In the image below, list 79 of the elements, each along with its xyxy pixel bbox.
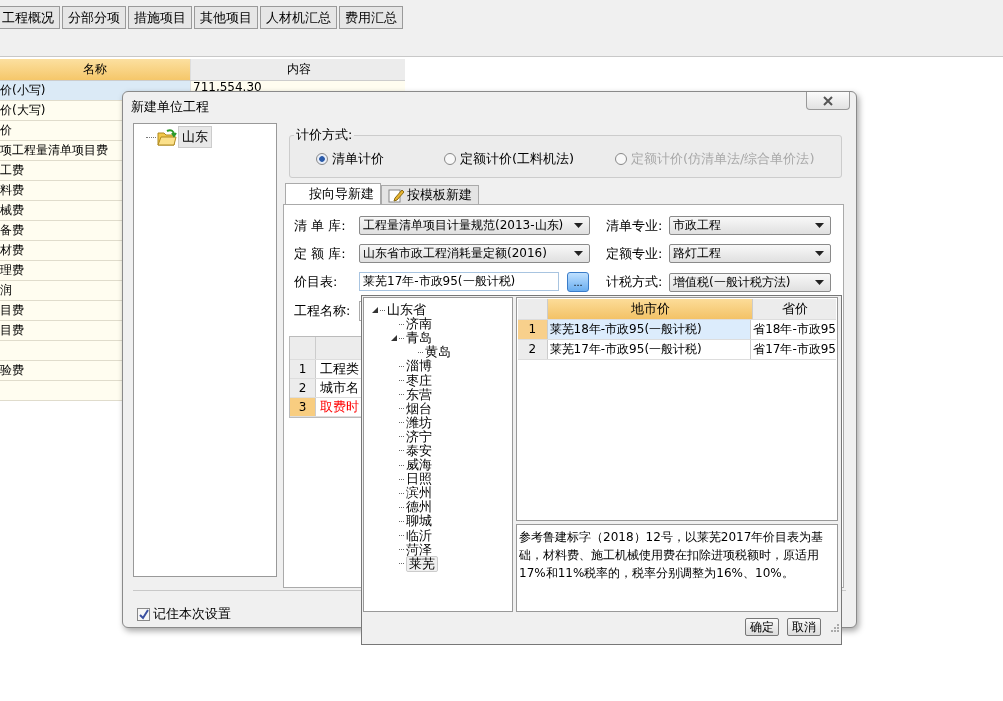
field-label: 计税方式: <box>606 273 664 291</box>
column-header[interactable]: 名称 <box>0 59 191 80</box>
tree-item[interactable]: 菏泽 <box>406 542 432 557</box>
tab[interactable]: 工程概况 <box>0 6 60 29</box>
field-label: 定 额 库: <box>294 244 347 263</box>
tree-item[interactable]: 山东 <box>178 126 212 148</box>
radio-label[interactable]: 清单计价 <box>332 150 384 168</box>
field-label: 工程名称: <box>294 302 352 320</box>
folder-icon <box>157 128 177 146</box>
tree-item[interactable]: 山东省 <box>387 303 426 318</box>
dropdown[interactable]: 增值税(一般计税方法) <box>669 272 831 292</box>
dialog-button[interactable]: 确定 <box>745 618 779 636</box>
row-number: 1 <box>290 360 316 378</box>
tree-item[interactable]: 潍坊 <box>406 415 432 430</box>
caret-icon <box>815 251 824 256</box>
resize-grip-icon[interactable] <box>829 622 839 632</box>
table-cell[interactable]: 省17年-市政95 <box>751 340 836 359</box>
table-cell-text: 工程类 <box>319 360 358 378</box>
tab[interactable]: 按向导新建 <box>285 183 381 204</box>
table-cell[interactable]: 莱芜17年-市政95(一般计税) <box>547 340 752 359</box>
row-number: 1 <box>518 320 548 339</box>
tree-item[interactable]: 威海 <box>406 458 432 473</box>
tree-item[interactable]: 济南 <box>406 317 432 332</box>
expand-icon[interactable] <box>372 307 378 314</box>
row-number: 3 <box>290 398 316 416</box>
radio-button[interactable] <box>316 153 328 165</box>
dropdown[interactable]: 市政工程 <box>669 216 831 235</box>
column-header[interactable]: 地市价 <box>548 299 753 319</box>
tree-item[interactable]: 淄博 <box>406 359 432 374</box>
tree-item[interactable]: 滨州 <box>406 486 432 501</box>
table-cell-text: 取费时 <box>319 398 358 416</box>
field-label: 定额专业: <box>606 244 664 263</box>
radio-label[interactable]: 定额计价(工料机法) <box>460 150 575 168</box>
tree-item[interactable]: 德州 <box>406 500 432 515</box>
dropdown[interactable]: 山东省市政工程消耗量定额(2016) <box>359 244 590 263</box>
caret-icon <box>574 223 583 228</box>
dropdown[interactable]: 工程量清单项目计量规范(2013-山东) <box>359 216 590 235</box>
caret-icon <box>574 251 583 256</box>
group-label: 计价方式: <box>295 126 354 144</box>
dropdown[interactable]: 路灯工程 <box>669 244 831 263</box>
column-header[interactable]: 内容 <box>191 59 405 80</box>
caret-icon <box>815 223 824 228</box>
tree-item[interactable]: 烟台 <box>406 401 432 416</box>
field-label: 价目表: <box>294 273 339 291</box>
tree-item[interactable]: 泰安 <box>406 444 432 458</box>
tree-item[interactable]: 青岛 <box>406 331 432 346</box>
note-text: 参考鲁建标字（2018）12号，以莱芜2017年价目表为基础，材料费、施工机械使用费在扣除进项税额时，原适用17%和11%税率的，税率分别调整为16%、10%。 <box>516 524 838 612</box>
tree-item[interactable]: 聊城 <box>406 514 432 529</box>
header-corner <box>518 299 548 319</box>
checkmark-icon <box>138 608 149 620</box>
dialog-button[interactable]: 取消 <box>787 618 821 636</box>
radio-button[interactable] <box>444 153 456 165</box>
close-icon <box>822 95 834 106</box>
tree-item[interactable]: 莱芜 <box>406 555 438 572</box>
tree-item[interactable]: 黄岛 <box>425 345 451 360</box>
input-field[interactable]: 莱芜17年-市政95(一般计税) <box>359 272 559 291</box>
tab[interactable]: 按模板新建 <box>381 185 479 204</box>
tree-item[interactable]: 济宁 <box>406 429 432 444</box>
expand-icon[interactable] <box>391 335 397 342</box>
field-label: 清单专业: <box>606 216 664 235</box>
tree-item[interactable]: 临沂 <box>406 528 432 543</box>
browse-button[interactable]: ... <box>567 272 589 292</box>
table-cell[interactable]: 省18年-市政95 <box>751 320 836 339</box>
row-number: 2 <box>518 340 548 359</box>
field-label: 清 单 库: <box>294 216 347 235</box>
close-button[interactable] <box>806 92 850 110</box>
table-cell-text: 城市名 <box>319 379 358 397</box>
tab[interactable]: 措施项目 <box>128 6 192 29</box>
column-header[interactable]: 省价 <box>753 299 836 319</box>
tab[interactable]: 分部分项 <box>62 6 126 29</box>
caret-icon <box>815 279 824 285</box>
tree-item[interactable]: 东营 <box>406 387 432 402</box>
table-cell[interactable]: 莱芜18年-市政95(一般计税) <box>547 320 752 339</box>
tab[interactable]: 其他项目 <box>194 6 258 29</box>
tab[interactable]: 费用汇总 <box>339 6 403 29</box>
tree-item[interactable]: 枣庄 <box>406 373 432 388</box>
row-number: 2 <box>290 379 316 397</box>
tab[interactable]: 人材机汇总 <box>260 6 337 29</box>
tree-item[interactable]: 日照 <box>406 472 432 487</box>
